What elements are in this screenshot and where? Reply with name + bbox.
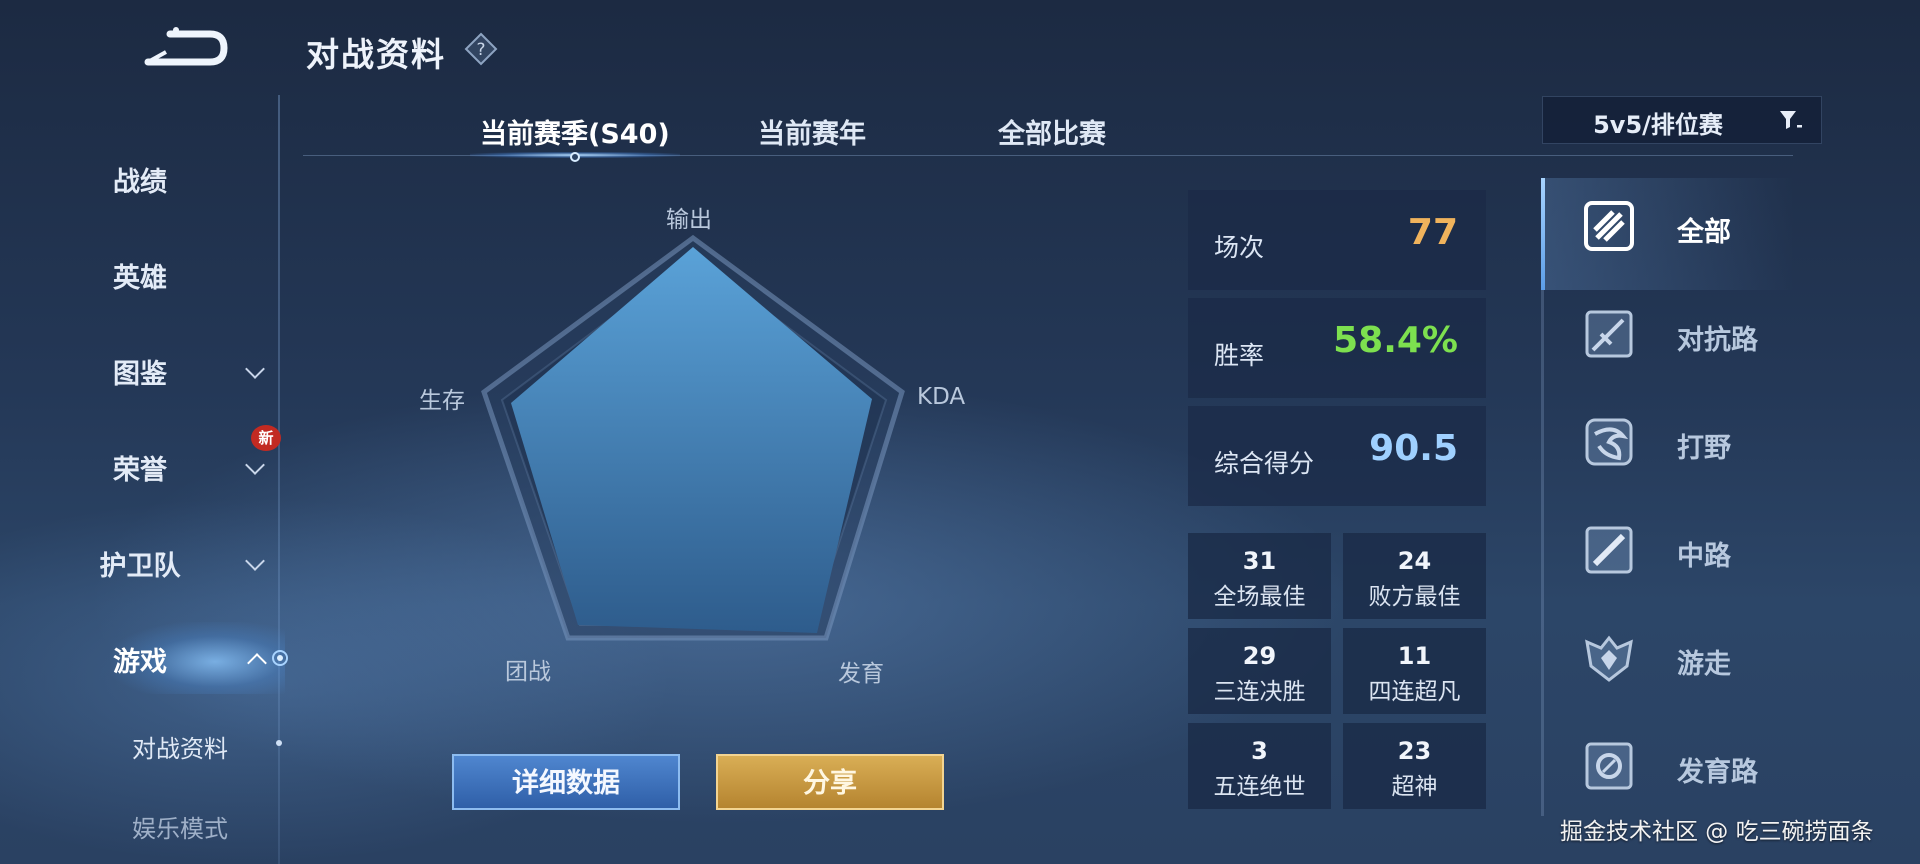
- role-label: 对抗路: [1677, 325, 1758, 356]
- mini-stat-value: 11: [1397, 642, 1432, 670]
- tab-label: 全部比赛: [998, 119, 1106, 150]
- selected-dot-icon: [276, 740, 282, 746]
- mini-stat-label: 四连超凡: [1368, 679, 1461, 705]
- sidebar-item-label: 护卫队: [99, 551, 181, 582]
- watermark-text: 掘金技术社区 @ 吃三碗捞面条: [1560, 819, 1874, 845]
- sidebar-subitem-label: 娱乐模式: [132, 815, 228, 843]
- jungle-icon: [1585, 418, 1633, 466]
- stat-value: 90.5: [1369, 428, 1458, 469]
- farm-lane-icon: [1585, 742, 1633, 790]
- role-clash-lane[interactable]: 对抗路: [1545, 286, 1795, 386]
- question-icon[interactable]: ?: [464, 32, 498, 66]
- sidebar-subitem-label: 对战资料: [132, 735, 228, 763]
- role-label: 全部: [1677, 217, 1731, 248]
- mini-stat-label: 败方最佳: [1368, 584, 1461, 610]
- roam-icon: [1585, 635, 1633, 682]
- mini-stat-label: 超神: [1391, 774, 1438, 800]
- sidebar-item-tujian[interactable]: 图鉴: [0, 352, 280, 391]
- back-arrow-icon[interactable]: [140, 22, 230, 70]
- page-title: 对战资料: [306, 35, 446, 74]
- all-roles-icon: [1584, 201, 1634, 251]
- details-button[interactable]: 详细数据: [452, 754, 680, 810]
- sidebar-item-label: 英雄: [113, 263, 167, 294]
- filter-icon: [1780, 111, 1802, 129]
- mini-stat-label: 全场最佳: [1213, 584, 1306, 610]
- sidebar-item-yingxiong[interactable]: 英雄: [0, 256, 280, 295]
- mid-lane-icon: [1585, 526, 1633, 574]
- tab-all-matches[interactable]: 全部比赛: [998, 112, 1106, 151]
- stat-win-rate: 胜率 58.4%: [1188, 298, 1486, 398]
- mode-filter-select[interactable]: 5v5/排位赛: [1542, 96, 1822, 144]
- mini-stat-value: 29: [1242, 642, 1277, 670]
- role-mid-lane[interactable]: 中路: [1545, 502, 1795, 602]
- stat-label: 胜率: [1214, 341, 1265, 370]
- radar-label-output: 输出: [666, 207, 712, 233]
- sidebar-subitem-duizhanziliao[interactable]: 对战资料: [0, 729, 360, 764]
- sidebar-item-zhanji[interactable]: 战绩: [0, 160, 280, 199]
- tab-current-year[interactable]: 当前赛年: [758, 112, 866, 151]
- stat-mvp: 31 全场最佳: [1188, 533, 1331, 619]
- role-label: 打野: [1677, 433, 1731, 464]
- stat-losing-mvp: 24 败方最佳: [1343, 533, 1486, 619]
- stat-matches: 场次 77: [1188, 190, 1486, 290]
- sidebar-item-label: 图鉴: [113, 359, 167, 390]
- role-jungle[interactable]: 打野: [1545, 394, 1795, 494]
- tab-label: 当前赛季(S40): [480, 119, 670, 150]
- sidebar-subitem-yulemoshi[interactable]: 娱乐模式: [0, 809, 360, 844]
- svg-text:?: ?: [476, 40, 485, 60]
- mini-stat-value: 23: [1397, 737, 1432, 765]
- stat-quadra-kill: 11 四连超凡: [1343, 628, 1486, 714]
- active-indicator-icon: [272, 650, 288, 666]
- new-badge: 新: [251, 425, 281, 451]
- radar-value-area: [511, 247, 872, 633]
- tab-label: 当前赛年: [758, 119, 866, 150]
- radar-chart: [481, 234, 905, 641]
- sidebar-item-huweidui[interactable]: 护卫队: [0, 544, 280, 583]
- mini-stat-label: 三连决胜: [1213, 679, 1306, 705]
- sidebar-item-youxi[interactable]: 游戏: [0, 640, 280, 679]
- mini-stat-label: 五连绝世: [1213, 774, 1306, 800]
- mode-filter-label: 5v5/排位赛: [1593, 111, 1723, 139]
- radar-label-survival: 生存: [419, 388, 465, 414]
- role-roam[interactable]: 游走: [1545, 610, 1795, 710]
- sidebar-item-label: 游戏: [113, 647, 167, 678]
- radar-label-teamfight: 团战: [505, 659, 551, 685]
- radar-label-growth: 发育: [838, 661, 884, 687]
- role-all[interactable]: 全部: [1545, 178, 1795, 278]
- mini-stat-value: 31: [1242, 547, 1277, 575]
- share-button[interactable]: 分享: [716, 754, 944, 810]
- sidebar-item-label: 战绩: [113, 167, 167, 198]
- radar-label-kda: KDA: [917, 384, 966, 410]
- active-tab-dot-icon: [570, 152, 580, 162]
- role-label: 发育路: [1677, 757, 1758, 788]
- tab-current-season[interactable]: 当前赛季(S40): [480, 112, 670, 151]
- sidebar-item-rongyu[interactable]: 荣誉: [0, 448, 280, 487]
- stat-score: 综合得分 90.5: [1188, 406, 1486, 506]
- stat-label: 场次: [1214, 233, 1265, 262]
- stat-label: 综合得分: [1214, 449, 1315, 478]
- role-label: 中路: [1677, 541, 1731, 572]
- clash-lane-icon: [1585, 310, 1633, 358]
- stat-value: 58.4%: [1333, 320, 1458, 361]
- mini-stat-value: 24: [1397, 547, 1432, 575]
- stat-legendary: 23 超神: [1343, 723, 1486, 809]
- stat-triple-kill: 29 三连决胜: [1188, 628, 1331, 714]
- mini-stat-value: 3: [1251, 737, 1268, 765]
- stat-penta-kill: 3 五连绝世: [1188, 723, 1331, 809]
- stat-value: 77: [1407, 212, 1458, 253]
- role-label: 游走: [1677, 649, 1731, 680]
- sidebar-item-label: 荣誉: [113, 455, 167, 486]
- role-farm-lane[interactable]: 发育路: [1545, 718, 1795, 818]
